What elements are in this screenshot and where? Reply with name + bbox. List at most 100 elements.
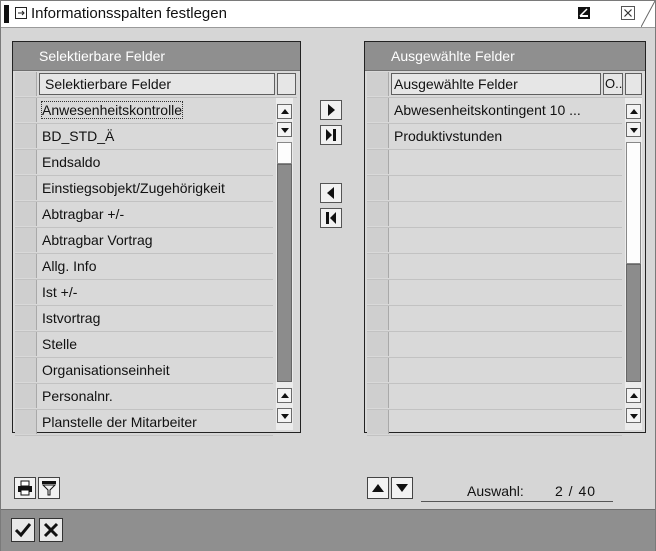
empty-row[interactable]: [367, 228, 622, 254]
move-right-icon[interactable]: [320, 100, 342, 120]
item-label: Stelle: [42, 336, 78, 352]
empty-row[interactable]: [367, 358, 622, 384]
filter-icon[interactable]: [38, 477, 60, 499]
row-selector[interactable]: [367, 384, 389, 408]
item-label: Istvortrag: [42, 310, 101, 326]
row-selector[interactable]: [367, 124, 389, 148]
panel-header: Selektierbare Felder: [13, 42, 300, 71]
column-header-2-label: O..: [605, 76, 623, 91]
row-selector[interactable]: [15, 410, 37, 434]
empty-row[interactable]: [367, 280, 622, 306]
title-bar: Informationsspalten festlegen: [1, 0, 656, 28]
footer-toolbar: [1, 509, 655, 551]
scroll-track[interactable]: [626, 142, 641, 264]
item-label: Planstelle der Mitarbeiter: [42, 414, 197, 430]
row-selector[interactable]: [15, 332, 37, 356]
row-selector[interactable]: [367, 332, 389, 356]
move-all-right-icon[interactable]: [320, 125, 342, 145]
list-item[interactable]: Abtragbar +/-: [15, 202, 273, 228]
scroll-up-icon[interactable]: [626, 104, 641, 119]
list-item[interactable]: Abtragbar Vortrag: [15, 228, 273, 254]
empty-row[interactable]: [367, 384, 622, 410]
row-selector[interactable]: [367, 98, 389, 122]
item-label: Personalnr.: [42, 388, 113, 404]
scroll-down-icon[interactable]: [626, 122, 641, 137]
select-all-cell[interactable]: [367, 72, 389, 96]
empty-row[interactable]: [367, 332, 622, 358]
select-all-cell[interactable]: [15, 72, 37, 96]
right-vertical-scrollbar[interactable]: [625, 98, 642, 430]
list-item[interactable]: Anwesenheitskontrolle: [15, 98, 273, 124]
row-selector[interactable]: [15, 202, 37, 226]
empty-row[interactable]: [367, 306, 622, 332]
list-item[interactable]: Endsaldo: [15, 150, 273, 176]
list-item[interactable]: Stelle: [15, 332, 273, 358]
empty-row[interactable]: [367, 254, 622, 280]
scroll-up-icon[interactable]: [277, 104, 292, 119]
row-selector[interactable]: [367, 202, 389, 226]
row-selector[interactable]: [15, 124, 37, 148]
move-up-icon[interactable]: [367, 477, 389, 499]
row-selector[interactable]: [15, 150, 37, 174]
window-title: Informationsspalten festlegen: [31, 5, 227, 22]
move-down-icon[interactable]: [391, 477, 413, 499]
list-item[interactable]: Planstelle der Mitarbeiter: [15, 410, 273, 436]
row-selector[interactable]: [15, 280, 37, 304]
scroll-track[interactable]: [277, 142, 292, 164]
left-vertical-scrollbar[interactable]: [276, 98, 293, 430]
row-selector[interactable]: [367, 228, 389, 252]
column-header-extra[interactable]: [625, 73, 642, 95]
scroll-thumb[interactable]: [626, 264, 641, 382]
scroll-page-down-icon[interactable]: [277, 408, 292, 423]
scroll-page-up-icon[interactable]: [277, 388, 292, 403]
row-selector[interactable]: [367, 254, 389, 278]
title-accent: [4, 5, 9, 23]
empty-row[interactable]: [367, 150, 622, 176]
scroll-down-icon[interactable]: [277, 122, 292, 137]
selection-label: Auswahl:: [467, 483, 524, 499]
cancel-icon[interactable]: [39, 518, 63, 542]
list-item[interactable]: Produktivstunden: [367, 124, 622, 150]
row-selector[interactable]: [15, 176, 37, 200]
list-item[interactable]: Istvortrag: [15, 306, 273, 332]
row-selector[interactable]: [15, 358, 37, 382]
row-selector[interactable]: [367, 410, 389, 434]
row-selector[interactable]: [367, 306, 389, 330]
row-selector[interactable]: [15, 228, 37, 252]
list-item[interactable]: Abwesenheitskontingent 10 ...: [367, 98, 622, 124]
list-item[interactable]: Organisationseinheit: [15, 358, 273, 384]
move-all-left-icon[interactable]: [320, 208, 342, 228]
row-selector[interactable]: [15, 306, 37, 330]
scroll-thumb[interactable]: [277, 164, 292, 382]
empty-row[interactable]: [367, 202, 622, 228]
row-selector[interactable]: [15, 384, 37, 408]
empty-row[interactable]: [367, 410, 622, 436]
print-icon[interactable]: [14, 477, 36, 499]
panel-header: Ausgewählte Felder: [365, 42, 645, 71]
scroll-page-up-icon[interactable]: [626, 388, 641, 403]
list-item[interactable]: Allg. Info: [15, 254, 273, 280]
column-header-label: Ausgewählte Felder: [394, 76, 518, 92]
minimize-icon[interactable]: [577, 6, 591, 20]
scroll-page-down-icon[interactable]: [626, 408, 641, 423]
empty-row[interactable]: [367, 176, 622, 202]
title-corner: [640, 0, 656, 28]
item-label: Abtragbar Vortrag: [42, 232, 153, 248]
item-label: Allg. Info: [42, 258, 97, 274]
dialog-window: Informationsspalten festlegen Selektierb…: [0, 0, 656, 551]
close-icon[interactable]: [621, 6, 635, 20]
row-selector[interactable]: [15, 98, 37, 122]
list-item[interactable]: Einstiegsobjekt/Zugehörigkeit: [15, 176, 273, 202]
move-left-icon[interactable]: [320, 183, 342, 203]
row-selector[interactable]: [367, 280, 389, 304]
row-selector[interactable]: [367, 150, 389, 174]
list-item[interactable]: Ist +/-: [15, 280, 273, 306]
row-selector[interactable]: [15, 254, 37, 278]
column-header-extra[interactable]: [277, 73, 296, 95]
list-item[interactable]: BD_STD_Ä: [15, 124, 273, 150]
row-selector[interactable]: [367, 176, 389, 200]
checkmark-icon[interactable]: [11, 518, 35, 542]
selectable-fields-panel: Selektierbare Felder Selektierbare Felde…: [12, 41, 301, 436]
list-item[interactable]: Personalnr.: [15, 384, 273, 410]
row-selector[interactable]: [367, 358, 389, 382]
